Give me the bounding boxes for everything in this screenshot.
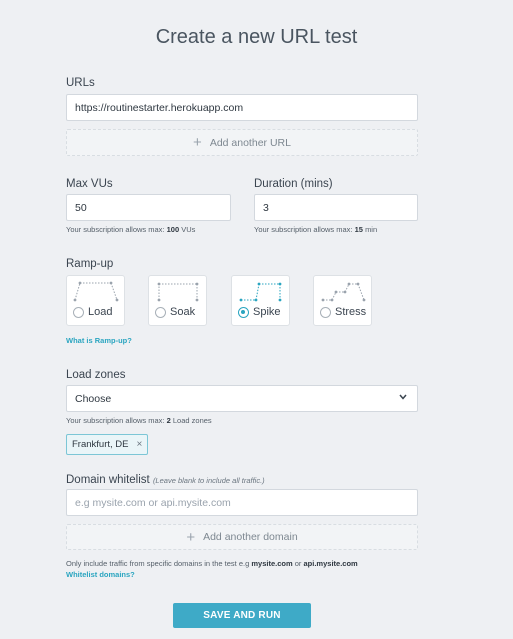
whitelist-help-link[interactable]: Whitelist domains?	[66, 570, 135, 579]
spike-radio[interactable]	[238, 307, 249, 318]
domain-input[interactable]: e.g mysite.com or api.mysite.com	[66, 489, 418, 516]
load-zones-select-value: Choose	[75, 392, 112, 405]
add-domain-label: Add another domain	[203, 531, 298, 543]
rampup-label: Ramp-up	[66, 258, 114, 270]
close-icon[interactable]: ×	[137, 439, 143, 450]
rampup-option-spike[interactable]: Spike	[231, 275, 290, 326]
soak-profile-icon	[157, 282, 199, 302]
url-input[interactable]: https://routinestarter.herokuapp.com	[66, 94, 418, 121]
domain-whitelist-info: Only include traffic from specific domai…	[66, 559, 358, 568]
duration-value: 3	[263, 201, 269, 214]
domain-whitelist-label-row: Domain whitelist (Leave blank to include…	[66, 474, 265, 486]
domain-input-placeholder: e.g mysite.com or api.mysite.com	[75, 496, 231, 509]
load-zones-select[interactable]: Choose	[66, 385, 418, 412]
max-vus-label: Max VUs	[66, 178, 113, 190]
duration-hint: Your subscription allows max: 15 min	[254, 225, 378, 234]
spike-profile-icon	[239, 282, 282, 302]
plus-icon: +	[186, 528, 196, 546]
load-profile-icon	[73, 281, 119, 302]
load-zones-label: Load zones	[66, 369, 126, 381]
load-zones-hint: Your subscription allows max: 2 Load zon…	[66, 416, 212, 425]
load-zone-chip: Frankfurt, DE ×	[66, 434, 149, 455]
soak-label: Soak	[170, 306, 196, 318]
max-vus-input[interactable]: 50	[66, 194, 231, 221]
urls-label: URLs	[66, 77, 95, 89]
domain-whitelist-label: Domain whitelist	[66, 474, 150, 486]
duration-input[interactable]: 3	[254, 194, 418, 221]
load-radio[interactable]	[73, 307, 84, 318]
max-vus-hint: Your subscription allows max: 100 VUs	[66, 225, 196, 234]
add-domain-button[interactable]: + Add another domain	[66, 524, 418, 550]
stress-radio[interactable]	[320, 307, 331, 318]
max-vus-value: 50	[75, 201, 87, 214]
add-url-label: Add another URL	[209, 136, 291, 149]
duration-label: Duration (mins)	[254, 178, 333, 190]
rampup-option-stress[interactable]: Stress	[313, 275, 372, 326]
soak-radio[interactable]	[155, 307, 166, 318]
add-url-button[interactable]: + Add another URL	[66, 129, 418, 156]
page-title: Create a new URL test	[155, 26, 358, 48]
chevron-down-icon	[399, 392, 407, 405]
spike-label: Spike	[253, 306, 281, 318]
domain-whitelist-note: (Leave blank to include all traffic.)	[152, 476, 265, 485]
rampup-option-load[interactable]: Load	[66, 275, 125, 326]
rampup-help-link[interactable]: What is Ramp-up?	[66, 336, 132, 345]
load-label: Load	[88, 306, 113, 318]
plus-icon: +	[193, 134, 202, 151]
stress-profile-icon	[321, 282, 366, 302]
stress-label: Stress	[335, 306, 367, 318]
save-and-run-button[interactable]: SAVE AND RUN	[173, 603, 311, 628]
load-zone-chip-label: Frankfurt, DE	[72, 439, 129, 450]
url-input-value: https://routinestarter.herokuapp.com	[75, 101, 244, 114]
rampup-option-soak[interactable]: Soak	[148, 275, 207, 326]
